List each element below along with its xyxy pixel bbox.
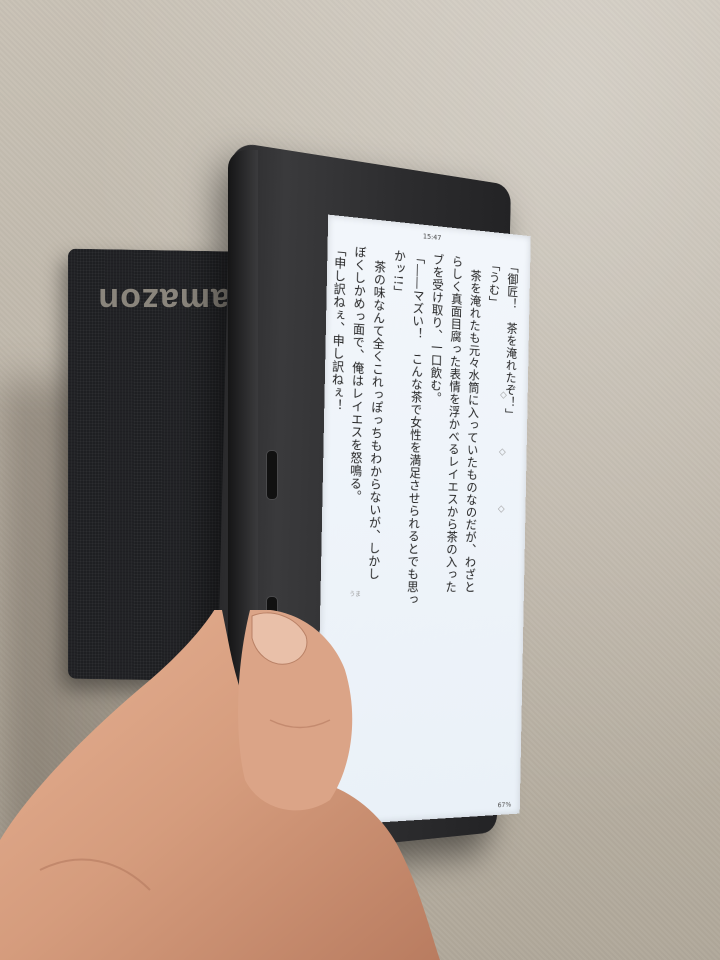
cover-logo: amazon xyxy=(97,281,230,319)
hand xyxy=(0,610,440,960)
ruby-text: うま xyxy=(349,591,361,599)
reading-progress: 67% xyxy=(497,800,512,810)
page-forward-button[interactable] xyxy=(266,450,278,500)
